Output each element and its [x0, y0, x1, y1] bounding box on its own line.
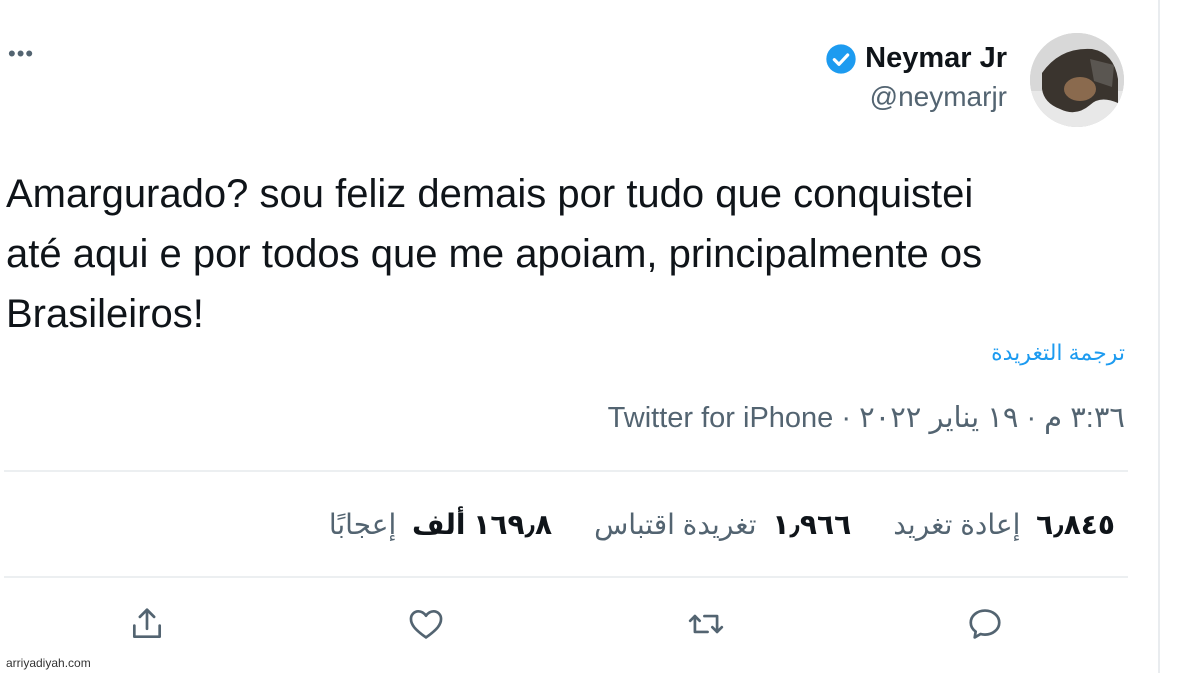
like-button[interactable]	[406, 604, 446, 644]
quotes-stat[interactable]: ١٫٩٦٦ تغريدة اقتباس	[594, 508, 851, 541]
divider	[4, 470, 1128, 472]
divider	[4, 576, 1128, 578]
retweet-button[interactable]	[686, 604, 726, 644]
likes-stat[interactable]: ١٦٩٫٨ ألف إعجابًا	[329, 508, 552, 541]
author-block: Neymar Jr @neymarjr	[825, 42, 1007, 113]
retweets-label: إعادة تغريد	[893, 509, 1021, 540]
avatar-image	[1030, 33, 1124, 127]
avatar[interactable]	[1030, 33, 1124, 127]
retweets-stat[interactable]: ٦٫٨٤٥ إعادة تغريد	[893, 508, 1115, 541]
author-handle[interactable]: @neymarjr	[825, 81, 1007, 113]
likes-count: ١٦٩٫٨ ألف	[412, 509, 553, 540]
verified-badge-icon	[826, 43, 856, 74]
share-button[interactable]	[127, 604, 167, 644]
more-icon[interactable]: •••	[8, 43, 34, 65]
quotes-label: تغريدة اقتباس	[594, 509, 757, 540]
tweet-text-line: Amargurado? sou feliz demais por tudo qu…	[6, 172, 974, 216]
tweet-text-line: Brasileiros!	[6, 292, 204, 336]
quotes-count: ١٫٩٦٦	[772, 509, 852, 540]
tweet-card: ••• Neymar Jr @neymarjr Amargurado? sou …	[0, 0, 1200, 673]
share-icon	[132, 608, 162, 639]
tweet-stats: ٦٫٨٤٥ إعادة تغريد ١٫٩٦٦ تغريدة اقتباس ١٦…	[329, 508, 1115, 541]
tweet-text-line: até aqui e por todos que me apoiam, prin…	[6, 232, 983, 276]
like-icon	[409, 609, 443, 639]
likes-label: إعجابًا	[328, 509, 397, 540]
author-name[interactable]: Neymar Jr	[865, 42, 1007, 75]
tweet-timestamp[interactable]: ٣:٣٦ م · ١٩ يناير ٢٠٢٢ ·	[833, 402, 1125, 434]
retweets-count: ٦٫٨٤٥	[1036, 509, 1115, 540]
translate-tweet-link[interactable]: ترجمة التغريدة	[991, 340, 1125, 366]
card-border	[1158, 0, 1160, 673]
reply-icon	[969, 609, 1001, 639]
tweet-source[interactable]: Twitter for iPhone	[608, 402, 834, 434]
reply-button[interactable]	[965, 604, 1005, 644]
watermark: arriyadiyah.com	[6, 656, 91, 670]
tweet-text: Amargurado? sou feliz demais por tudo qu…	[6, 164, 1146, 344]
tweet-meta: ٣:٣٦ م · ١٩ يناير ٢٠٢٢ · Twitter for iPh…	[608, 400, 1125, 435]
retweet-icon	[688, 614, 724, 634]
